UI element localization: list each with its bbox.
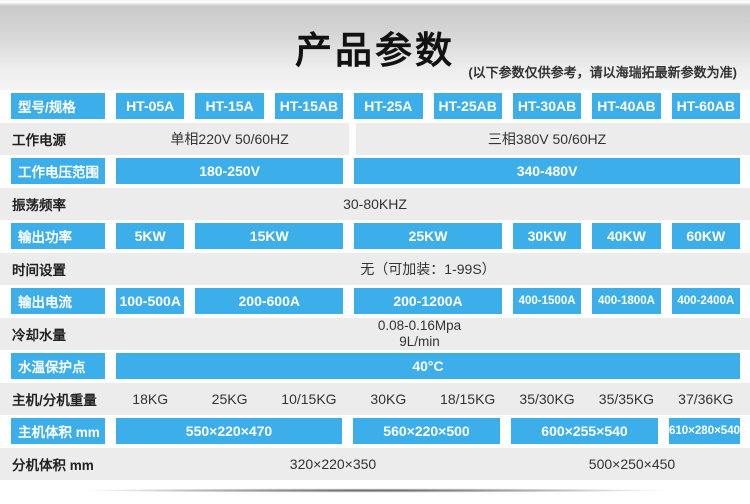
time-setting-value: 无（可加装：1-99S） bbox=[116, 253, 740, 286]
weight-cell: 35/35KG bbox=[592, 391, 660, 407]
output-current-cell: 400-1800A bbox=[592, 288, 660, 314]
row-model-grid: 型号/规格 HT-05A HT-15A HT-15AB HT-25A HT-25… bbox=[0, 90, 750, 123]
cooling-flow: 9L/min bbox=[399, 334, 440, 350]
row-frequency: 振荡频率 30-80KHZ bbox=[0, 188, 750, 221]
weight-cell: 35/30KG bbox=[513, 391, 581, 407]
output-power-cell: 40KW bbox=[592, 223, 660, 249]
voltage-single-phase: 180-250V bbox=[116, 158, 343, 184]
weight-cell: 10/15KG bbox=[275, 391, 343, 407]
cooling-water-value: 0.08-0.16Mpa 9L/min bbox=[116, 318, 723, 351]
row-cooling-water: 冷却水量 0.08-0.16Mpa 9L/min bbox=[0, 318, 750, 351]
weight-cell: 18KG bbox=[116, 391, 184, 407]
row-power-label: 工作电源 bbox=[11, 129, 105, 149]
row-extension-volume-label: 分机体积 mm bbox=[11, 454, 105, 474]
row-time-setting-label: 时间设置 bbox=[11, 259, 105, 279]
host-volume-cell: 560×220×500 bbox=[353, 418, 500, 444]
output-power-cell: 25KW bbox=[354, 223, 502, 249]
voltage-three-phase: 340-480V bbox=[354, 158, 740, 184]
row-temp-protection: 水温保护点 40°C bbox=[0, 350, 750, 383]
model-cell: HT-25A bbox=[354, 93, 422, 119]
weight-cell: 18/15KG bbox=[434, 391, 502, 407]
model-cell: HT-15AB bbox=[275, 93, 343, 119]
output-current-cell: 400-1500A bbox=[513, 288, 581, 314]
row-voltage: 工作电压范围 180-250V 340-480V bbox=[0, 155, 750, 188]
phase-column-divider bbox=[349, 123, 356, 156]
output-current-cell: 100-500A bbox=[116, 288, 184, 314]
row-weight-grid: 主机/分机重量 18KG 25KG 10/15KG 30KG 18/15KG 3… bbox=[0, 383, 750, 416]
spec-table: 型号/规格 HT-05A HT-15A HT-15AB HT-25A HT-25… bbox=[0, 90, 750, 480]
row-weight: 主机/分机重量 18KG 25KG 10/15KG 30KG 18/15KG 3… bbox=[0, 383, 750, 416]
row-model: 型号/规格 HT-05A HT-15A HT-15AB HT-25A HT-25… bbox=[0, 90, 750, 123]
row-host-volume-grid: 主机体积 mm 550×220×470 560×220×500 600×255×… bbox=[0, 415, 750, 448]
output-current-cell: 200-600A bbox=[195, 288, 343, 314]
weight-cell: 37/36KG bbox=[672, 391, 740, 407]
bottom-area bbox=[0, 480, 750, 504]
row-extension-volume: 分机体积 mm 320×220×350 500×250×450 bbox=[0, 448, 750, 481]
model-cell: HT-15A bbox=[195, 93, 263, 119]
row-cooling-water-label: 冷却水量 bbox=[11, 324, 105, 344]
output-power-cell: 15KW bbox=[195, 223, 343, 249]
row-output-power-grid: 输出功率 5KW 15KW 25KW 30KW 40KW 60KW bbox=[0, 220, 750, 253]
row-temp-protection-label: 水温保护点 bbox=[11, 353, 105, 379]
row-model-label: 型号/规格 bbox=[11, 93, 105, 119]
host-volume-cell: 600×255×540 bbox=[511, 418, 658, 444]
row-host-volume: 主机体积 mm 550×220×470 560×220×500 600×255×… bbox=[0, 415, 750, 448]
row-output-power-label: 输出功率 bbox=[11, 223, 105, 249]
output-current-cell: 200-1200A bbox=[354, 288, 502, 314]
output-power-cell: 5KW bbox=[116, 223, 184, 249]
cooling-pressure: 0.08-0.16Mpa bbox=[378, 318, 461, 334]
output-power-cell: 30KW bbox=[513, 223, 581, 249]
row-host-volume-label: 主机体积 mm bbox=[11, 418, 105, 444]
page-subtitle: (以下参数仅供参考，请以海瑞拓最新参数为准) bbox=[468, 62, 737, 81]
row-output-current-grid: 输出电流 100-500A 200-600A 200-1200A 400-150… bbox=[0, 285, 750, 318]
page-header: 产品参数 (以下参数仅供参考，请以海瑞拓最新参数为准) bbox=[0, 0, 750, 90]
host-volume-cell: 610×280×540 bbox=[669, 418, 740, 444]
bottom-shadow-divider bbox=[8, 488, 742, 493]
product-spec-sheet: 产品参数 (以下参数仅供参考，请以海瑞拓最新参数为准) 型号/规格 HT-05A… bbox=[0, 0, 750, 504]
row-power: 工作电源 单相220V 50/60HZ 三相380V 50/60HZ bbox=[0, 123, 750, 156]
output-current-cell: 400-2400A bbox=[672, 288, 740, 314]
row-output-current: 输出电流 100-500A 200-600A 200-1200A 400-150… bbox=[0, 285, 750, 318]
host-volume-cell: 550×220×470 bbox=[116, 418, 342, 444]
model-cell: HT-60AB bbox=[672, 93, 740, 119]
model-cell: HT-25AB bbox=[434, 93, 502, 119]
frequency-value: 30-80KHZ bbox=[0, 188, 750, 221]
power-three-phase: 三相380V 50/60HZ bbox=[354, 129, 740, 149]
weight-cell: 25KG bbox=[195, 391, 263, 407]
row-power-grid: 工作电源 单相220V 50/60HZ 三相380V 50/60HZ bbox=[0, 123, 750, 156]
row-voltage-label: 工作电压范围 bbox=[11, 158, 105, 184]
model-cell: HT-30AB bbox=[513, 93, 581, 119]
row-output-current-label: 输出电流 bbox=[11, 288, 105, 314]
model-cell: HT-40AB bbox=[592, 93, 660, 119]
extension-volume-cell: 320×220×350 bbox=[290, 448, 376, 481]
temp-protection-value: 40°C bbox=[116, 353, 740, 379]
power-single-phase: 单相220V 50/60HZ bbox=[116, 129, 343, 149]
row-time-setting: 时间设置 无（可加装：1-99S） bbox=[0, 253, 750, 286]
extension-volume-cell: 500×250×450 bbox=[589, 448, 675, 481]
weight-cell: 30KG bbox=[354, 391, 422, 407]
row-output-power: 输出功率 5KW 15KW 25KW 30KW 40KW 60KW bbox=[0, 220, 750, 253]
output-power-cell: 60KW bbox=[672, 223, 740, 249]
row-weight-label: 主机/分机重量 bbox=[11, 389, 105, 409]
model-cell: HT-05A bbox=[116, 93, 184, 119]
row-temp-protection-grid: 水温保护点 40°C bbox=[0, 350, 750, 383]
row-voltage-grid: 工作电压范围 180-250V 340-480V bbox=[0, 155, 750, 188]
